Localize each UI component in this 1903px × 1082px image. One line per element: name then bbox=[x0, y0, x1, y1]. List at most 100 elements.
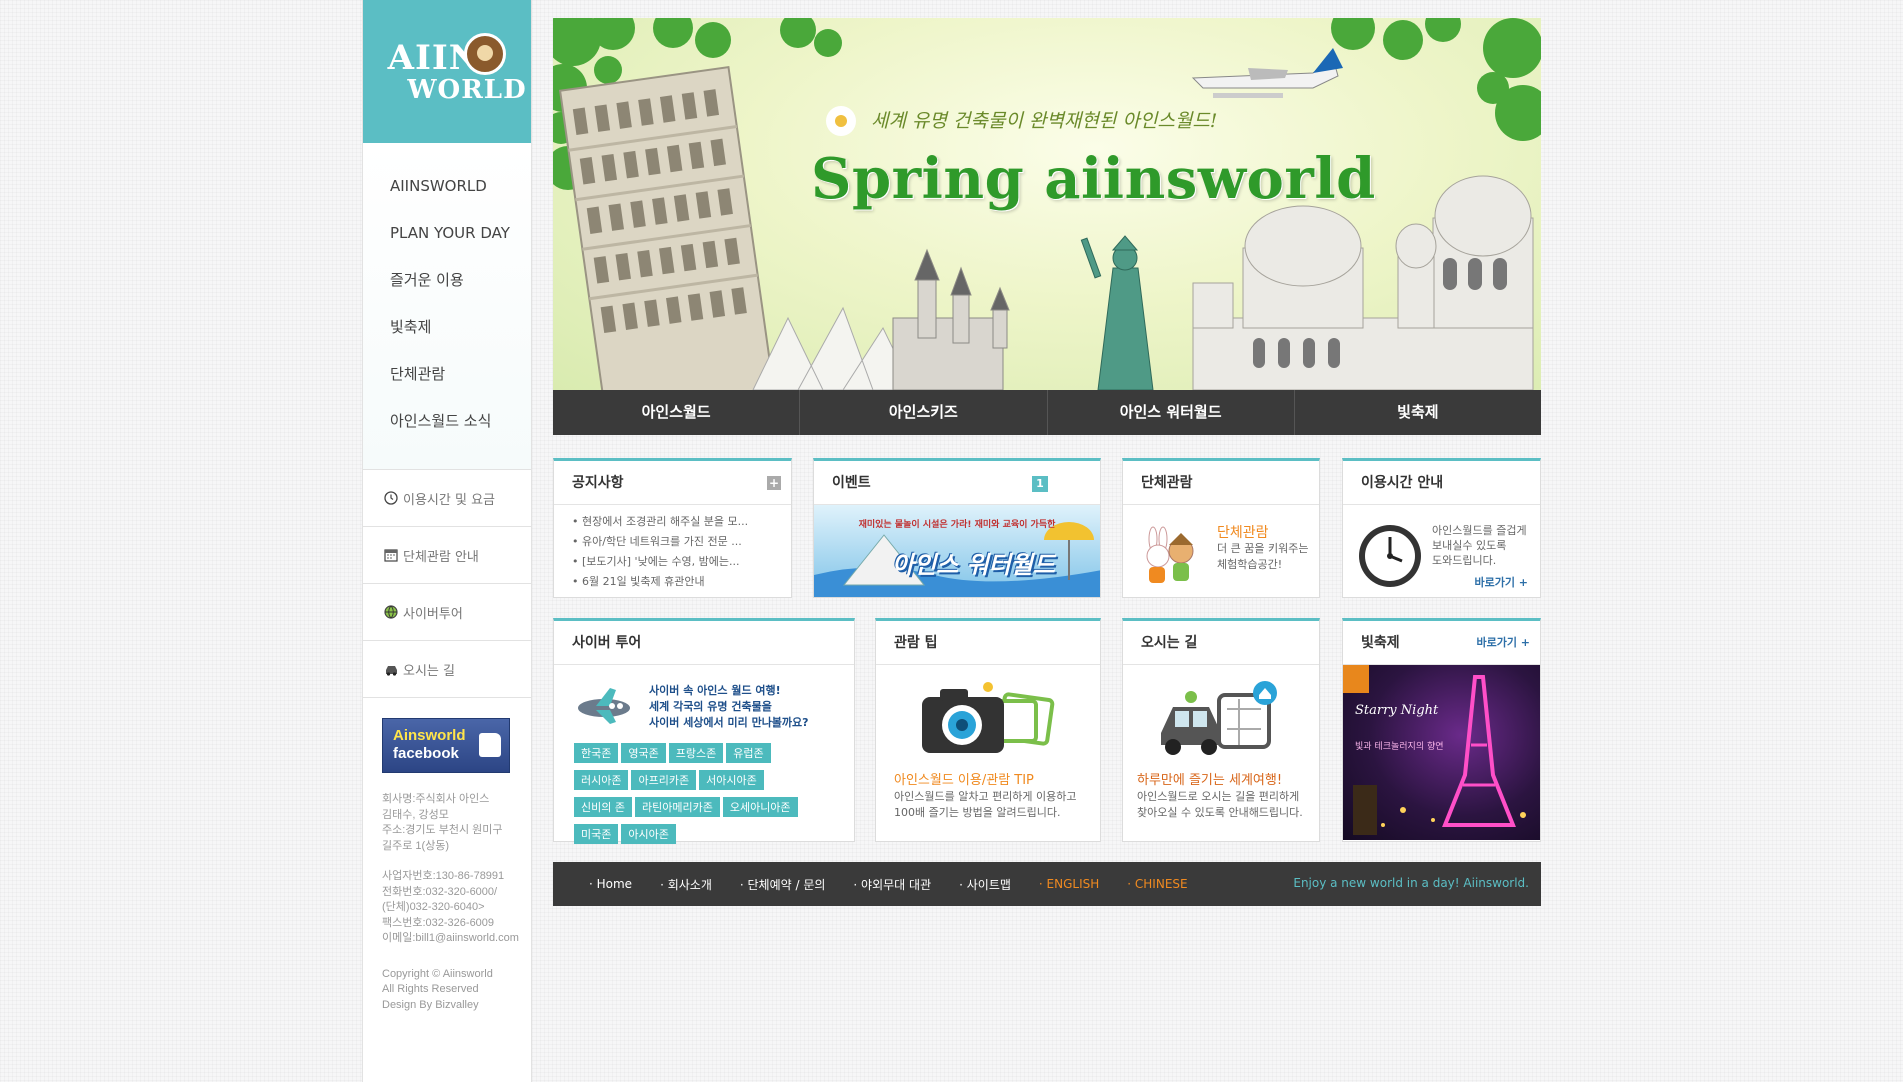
zone-tag[interactable]: 프랑스존 bbox=[668, 743, 724, 763]
nav-item-usage[interactable]: 즐거운 이용 bbox=[363, 257, 531, 304]
footer-link-chinese[interactable]: · CHINESE bbox=[1127, 877, 1187, 891]
company-ceo: 김태수, 강성모 bbox=[382, 808, 449, 821]
event-page-badge[interactable]: 1 bbox=[1032, 476, 1048, 492]
notice-item[interactable]: • 유아/학단 네트워크를 가진 전문 ... bbox=[572, 532, 791, 552]
directions-header: 오시는 길 bbox=[1123, 621, 1319, 665]
event-header: 이벤트 1 bbox=[814, 461, 1100, 505]
subnav-directions[interactable]: 오시는 길 bbox=[363, 641, 531, 698]
subnav-directions-label: 오시는 길 bbox=[403, 663, 455, 679]
footer-link-stage-rental[interactable]: · 야외무대 대관 bbox=[853, 876, 931, 893]
notice-title: 공지사항 bbox=[572, 475, 624, 491]
tab-light-festival[interactable]: 빛축제 bbox=[1295, 390, 1541, 435]
light-img-title: Starry Night bbox=[1355, 703, 1439, 718]
footer-slogan: Enjoy a new world in a day! Aiinsworld. bbox=[1293, 876, 1529, 890]
copyright: Copyright © Aiinsworld bbox=[382, 967, 493, 980]
zone-tag[interactable]: 아시아존 bbox=[621, 824, 676, 844]
zone-tag[interactable]: 한국존 bbox=[574, 743, 619, 763]
zone-tag[interactable]: 오세아니아존 bbox=[722, 797, 798, 817]
facebook-button[interactable]: Ainsworld facebook bbox=[382, 718, 510, 773]
nav-item-aiinsworld[interactable]: AIINSWORLD bbox=[363, 163, 531, 210]
company-address-1: 주소:경기도 부천시 원미구 bbox=[382, 824, 503, 836]
kids-illustration bbox=[1146, 526, 1194, 583]
wall-clock-icon bbox=[1359, 525, 1421, 587]
directions-box: 오시는 길 하루만에 즐기는 세계여행! 아인스월드로 오시는 길을 편리하게 찾… bbox=[1122, 618, 1320, 842]
tip-promo[interactable]: 아인스월드 이용/관람 TIP 아인스월드를 알차고 편리하게 이용하고 100배… bbox=[894, 773, 1077, 821]
notice-item[interactable]: • [보도기사] '낮에는 수영, 밤에는... bbox=[572, 552, 791, 572]
event-banner-image[interactable]: 재미있는 물놀이 시설은 가라! 재미와 교육이 가득한 아인스 워터월드 bbox=[814, 505, 1100, 597]
design-credit: Design By Bizvalley bbox=[382, 998, 479, 1011]
footer-link-company[interactable]: · 회사소개 bbox=[660, 876, 712, 893]
subnav-group[interactable]: 단체관람 안내 bbox=[363, 527, 531, 584]
directions-promo[interactable]: 하루만에 즐기는 세계여행! 아인스월드로 오시는 길을 편리하게 찾아오실 수 … bbox=[1137, 773, 1303, 821]
nav-item-news[interactable]: 아인스월드 소식 bbox=[363, 398, 531, 445]
cyber-desc: 사이버 속 아인스 월드 여행! 세계 각국의 유명 건축물을 사이버 세상에서 미… bbox=[649, 684, 809, 729]
directions-title: 오시는 길 bbox=[1141, 635, 1198, 651]
notice-item[interactable]: • 현장에서 조경관리 해주실 분을 모... bbox=[572, 512, 791, 532]
group-promo-desc-2: 체험학습공간! bbox=[1217, 558, 1283, 571]
footer-link-home[interactable]: · Home bbox=[589, 877, 632, 891]
light-festival-box: 빛축제 바로가기 + Starry Night 빛과 테크놀러지의 향연 bbox=[1342, 618, 1541, 842]
nav-item-light-festival[interactable]: 빛축제 bbox=[363, 304, 531, 351]
zone-tag[interactable]: 서아시아존 bbox=[699, 770, 764, 790]
tab-water-world[interactable]: 아인스 워터월드 bbox=[1048, 390, 1295, 435]
hours-box: 이용시간 안내 아인스월드를 즐겁게 보내실수 있도록 도와드립니다. 바로가기 + bbox=[1342, 458, 1541, 598]
zone-tag[interactable]: 신비의 존 bbox=[574, 797, 632, 817]
logo-mascot-icon bbox=[464, 33, 506, 75]
zone-tag[interactable]: 라틴아메리카존 bbox=[634, 797, 720, 817]
notice-header: 공지사항 + bbox=[554, 461, 791, 505]
footer-link-reservation[interactable]: · 단체예약 / 문의 bbox=[740, 876, 826, 893]
hours-header: 이용시간 안내 bbox=[1343, 461, 1540, 505]
footer-link-english[interactable]: · ENGLISH bbox=[1039, 877, 1099, 891]
logo[interactable]: AIINS WORLD bbox=[363, 0, 531, 143]
zone-tag[interactable]: 아프리카존 bbox=[631, 770, 697, 790]
footer-bar: · Home · 회사소개 · 단체예약 / 문의 · 야외무대 대관 · 사이… bbox=[553, 862, 1541, 906]
hours-desc: 아인스월드를 즐겁게 보내실수 있도록 도와드립니다. bbox=[1432, 524, 1527, 567]
company-fax: 팩스번호:032-326-6009 bbox=[382, 916, 495, 929]
main-banner[interactable]: 세계 유명 건축물이 완벽재현된 아인스월드! Spring aiinsworl… bbox=[553, 18, 1541, 390]
subnav-hours-label: 이용시간 및 요금 bbox=[403, 492, 495, 508]
light-title: 빛축제 bbox=[1361, 635, 1400, 651]
company-email: 이메일:bill1@aiinsworld.com bbox=[382, 932, 519, 944]
group-header: 단체관람 bbox=[1123, 461, 1319, 505]
subnav-cyber-label: 사이버투어 bbox=[403, 606, 463, 622]
notice-item[interactable]: • 6월 21일 빛축제 휴관안내 bbox=[572, 572, 791, 592]
subnav-cyber[interactable]: 사이버투어 bbox=[363, 584, 531, 641]
zone-tag[interactable]: 러시아존 bbox=[574, 770, 629, 790]
globe-icon bbox=[383, 604, 399, 620]
facebook-line2: facebook bbox=[393, 745, 459, 762]
banner-subtitle: 세계 유명 건축물이 완벽재현된 아인스월드! bbox=[871, 110, 1218, 132]
tab-aiinsworld[interactable]: 아인스월드 bbox=[553, 390, 801, 435]
footer-link-sitemap[interactable]: · 사이트맵 bbox=[959, 876, 1011, 893]
airplane-icon bbox=[578, 688, 630, 724]
thumbs-up-icon bbox=[479, 733, 501, 757]
tip-box: 관람 팁 아인스월드 이용/관람 TIP 아인스월드를 알차고 편리하게 이용하… bbox=[875, 618, 1101, 842]
group-promo[interactable]: 단체관람 더 큰 꿈을 키워주는 체험학습공간! bbox=[1217, 525, 1308, 573]
group-promo-desc-1: 더 큰 꿈을 키워주는 bbox=[1217, 542, 1309, 555]
zone-tag[interactable]: 영국존 bbox=[621, 743, 666, 763]
light-img-subtitle: 빛과 테크놀러지의 향연 bbox=[1355, 742, 1444, 752]
plus-icon[interactable]: + bbox=[767, 476, 781, 490]
zone-tag[interactable]: 유럽존 bbox=[726, 743, 771, 763]
light-more-link[interactable]: 바로가기 + bbox=[1476, 621, 1530, 665]
nav-item-group[interactable]: 단체관람 bbox=[363, 351, 531, 398]
light-festival-image[interactable]: Starry Night 빛과 테크놀러지의 향연 bbox=[1343, 665, 1540, 840]
light-header: 빛축제 바로가기 + bbox=[1343, 621, 1540, 665]
nav-item-plan-your-day[interactable]: PLAN YOUR DAY bbox=[363, 210, 531, 257]
event-title: 이벤트 bbox=[832, 475, 871, 491]
hours-title: 이용시간 안내 bbox=[1361, 475, 1444, 491]
company-biz-number: 사업자번호:130-86-78991 bbox=[382, 870, 505, 882]
banner-title: Spring aiinsworld bbox=[811, 146, 1376, 212]
main-nav: AIINSWORLD PLAN YOUR DAY 즐거운 이용 빛축제 단체관람… bbox=[363, 143, 531, 470]
cyber-title: 사이버 투어 bbox=[572, 635, 642, 651]
subnav-hours[interactable]: 이용시간 및 요금 bbox=[363, 470, 531, 527]
notice-box: 공지사항 + • 현장에서 조경관리 해주실 분을 모... • 유아/학단 네… bbox=[553, 458, 792, 598]
notice-list: • 현장에서 조경관리 해주실 분을 모... • 유아/학단 네트워크를 가진… bbox=[554, 505, 791, 592]
tab-aiins-kids[interactable]: 아인스키즈 bbox=[800, 390, 1048, 435]
company-group-phone: (단체)032-320-6040> bbox=[382, 901, 485, 913]
tip-title: 관람 팁 bbox=[894, 635, 938, 651]
group-box: 단체관람 단체관람 더 큰 꿈을 키워주는 체험학습공간! bbox=[1122, 458, 1320, 598]
company-info: 회사명:주식회사 아인스 김태수, 강성모 주소:경기도 부천시 원미구 길주로… bbox=[382, 792, 519, 1028]
hours-more-link[interactable]: 바로가기 + bbox=[1474, 575, 1528, 591]
banner-tabs: 아인스월드 아인스키즈 아인스 워터월드 빛축제 bbox=[553, 390, 1541, 435]
zone-tag[interactable]: 미국존 bbox=[574, 824, 619, 844]
